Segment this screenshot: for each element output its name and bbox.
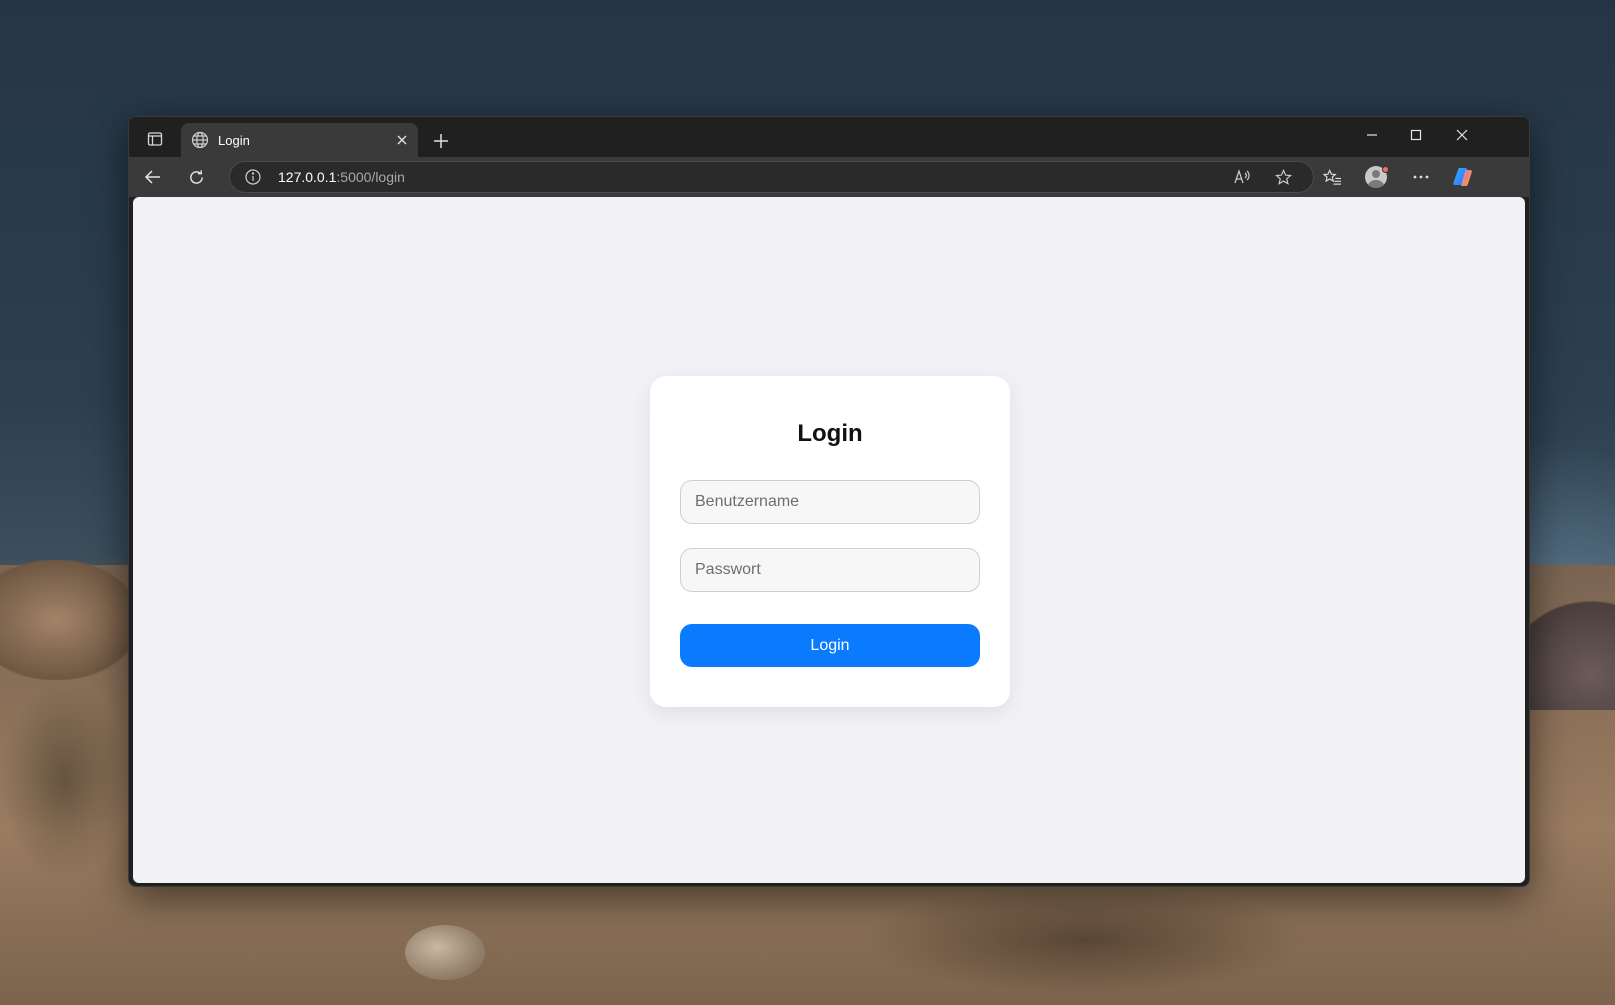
plus-icon[interactable] — [427, 127, 455, 155]
desktop-brush — [860, 885, 1310, 995]
browser-toolbar: 127.0.0.1:5000/login — [129, 157, 1529, 197]
page-viewport: Login Login — [133, 197, 1525, 883]
url-text[interactable]: 127.0.0.1:5000/login — [278, 169, 405, 185]
login-button[interactable]: Login — [680, 624, 980, 667]
address-bar[interactable]: 127.0.0.1:5000/login — [229, 161, 1314, 193]
login-card: Login Login — [650, 376, 1010, 707]
password-field[interactable] — [680, 548, 980, 592]
desktop-brush — [0, 680, 130, 880]
more-icon[interactable] — [1404, 162, 1438, 192]
back-arrow-icon[interactable] — [137, 162, 169, 192]
close-icon[interactable] — [390, 128, 414, 152]
desktop-rock — [0, 560, 140, 680]
refresh-icon[interactable] — [180, 162, 212, 192]
tab-actions-icon[interactable] — [139, 125, 171, 153]
notification-dot — [1382, 166, 1389, 173]
url-host: 127.0.0.1 — [278, 169, 337, 185]
read-aloud-icon[interactable] — [1226, 162, 1260, 192]
info-icon[interactable] — [236, 169, 270, 185]
browser-window: Login 127.0.0.1:5000/login Login Benutze… — [128, 116, 1530, 887]
copilot-icon[interactable] — [1446, 162, 1480, 192]
close-icon[interactable] — [1439, 117, 1485, 153]
tab-bar: Login — [129, 117, 1529, 157]
star-icon[interactable] — [1266, 162, 1300, 192]
favorites-icon[interactable] — [1315, 162, 1349, 192]
minimize-icon[interactable] — [1349, 117, 1395, 153]
page-title: Login — [797, 420, 863, 447]
globe-icon — [191, 131, 209, 149]
avatar[interactable] — [1359, 162, 1393, 192]
tab-title: Login — [218, 132, 250, 148]
maximize-icon[interactable] — [1393, 117, 1439, 153]
tab-login[interactable]: Login — [181, 123, 418, 157]
desktop-stone — [405, 925, 485, 980]
url-path: :5000/login — [336, 169, 405, 185]
username-field[interactable] — [680, 480, 980, 524]
